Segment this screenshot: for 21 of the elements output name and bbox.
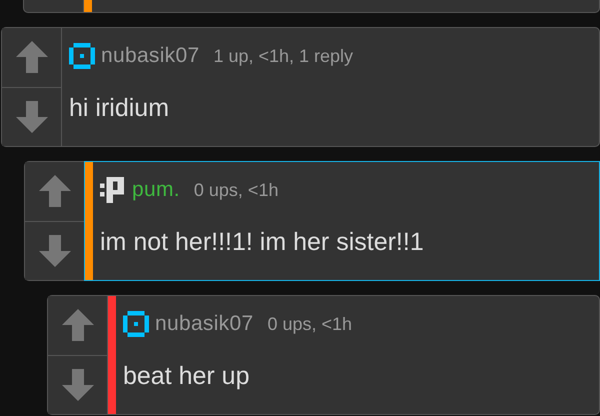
username-link[interactable]: pum.	[132, 178, 180, 202]
up-arrow-icon	[60, 308, 94, 342]
username-link[interactable]: nubasik07	[155, 312, 254, 336]
down-arrow-icon	[14, 100, 48, 134]
square-avatar-icon	[69, 43, 95, 69]
square-avatar-icon	[123, 311, 149, 337]
downvote-button[interactable]	[48, 354, 107, 414]
comment-text: hi iridium	[69, 94, 170, 123]
comment-meta: 1 up, <1h, 1 reply	[213, 46, 354, 66]
down-arrow-icon	[60, 368, 94, 402]
up-arrow-icon	[38, 174, 72, 208]
letter-avatar-icon	[100, 177, 126, 203]
down-arrow-icon	[38, 234, 72, 268]
comment-text: beat her up	[123, 362, 250, 391]
downvote-button[interactable]	[2, 86, 61, 146]
downvote-button[interactable]	[25, 220, 84, 280]
comment-meta: 0 ups, <1h	[194, 180, 278, 200]
username-link[interactable]: nubasik07	[101, 44, 200, 68]
comment-text: im not her!!!1! im her sister!!1	[100, 228, 425, 257]
comment-meta: 0 ups, <1h	[267, 314, 352, 334]
up-arrow-icon	[14, 40, 48, 74]
